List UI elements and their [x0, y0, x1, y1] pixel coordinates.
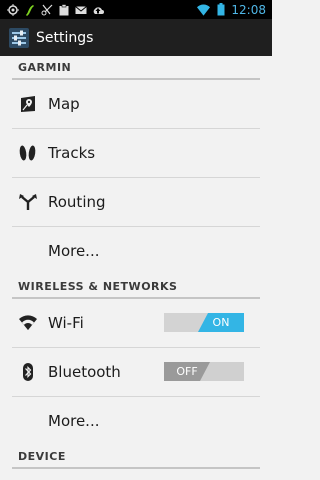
settings-app-icon[interactable]	[8, 27, 30, 49]
section-header-wireless: WIRELESS & NETWORKS	[18, 279, 178, 293]
bluetooth-toggle[interactable]: OFF	[164, 362, 244, 381]
section-header-device: DEVICE	[18, 449, 66, 463]
bluetooth-icon	[18, 362, 38, 382]
battery-icon	[214, 3, 227, 16]
settings-item-tracks[interactable]: Tracks	[0, 129, 272, 177]
section-header-garmin: GARMIN	[18, 60, 72, 74]
toggle-state-label: OFF	[164, 362, 210, 381]
upload-icon	[91, 3, 104, 16]
clock: 12:08	[231, 2, 266, 17]
settings-item-map[interactable]: Map	[0, 80, 272, 128]
garmin-icon	[23, 3, 36, 16]
settings-item-label: Tracks	[48, 144, 96, 162]
settings-list: GARMIN Map Tracks Routing More... WIRELE…	[0, 56, 272, 469]
settings-item-wireless-more[interactable]: More...	[0, 397, 272, 445]
map-icon	[18, 94, 38, 114]
mail-icon	[74, 3, 87, 16]
settings-item-wifi[interactable]: Wi-Fi ON	[0, 299, 272, 347]
action-bar: Settings	[0, 19, 272, 56]
settings-item-label: Wi-Fi	[48, 314, 84, 332]
settings-item-label: Map	[48, 95, 80, 113]
settings-item-label: More...	[48, 412, 100, 430]
wifi-toggle[interactable]: ON	[164, 313, 244, 332]
settings-item-bluetooth[interactable]: Bluetooth OFF	[0, 348, 272, 396]
settings-item-label: More...	[48, 242, 100, 260]
clipboard-icon	[57, 3, 70, 16]
wifi-signal-icon	[197, 3, 211, 16]
routing-icon	[18, 192, 38, 212]
scissors-icon	[40, 3, 53, 16]
section-divider	[12, 467, 260, 469]
page-title: Settings	[36, 29, 94, 46]
settings-item-garmin-more[interactable]: More...	[0, 227, 272, 275]
status-bar: 12:08	[0, 0, 272, 19]
wifi-icon	[18, 313, 38, 333]
settings-item-routing[interactable]: Routing	[0, 178, 272, 226]
settings-item-label: Bluetooth	[48, 363, 121, 381]
footprints-icon	[18, 143, 38, 163]
settings-item-label: Routing	[48, 193, 106, 211]
toggle-state-label: ON	[198, 313, 244, 332]
gps-icon	[6, 3, 19, 16]
